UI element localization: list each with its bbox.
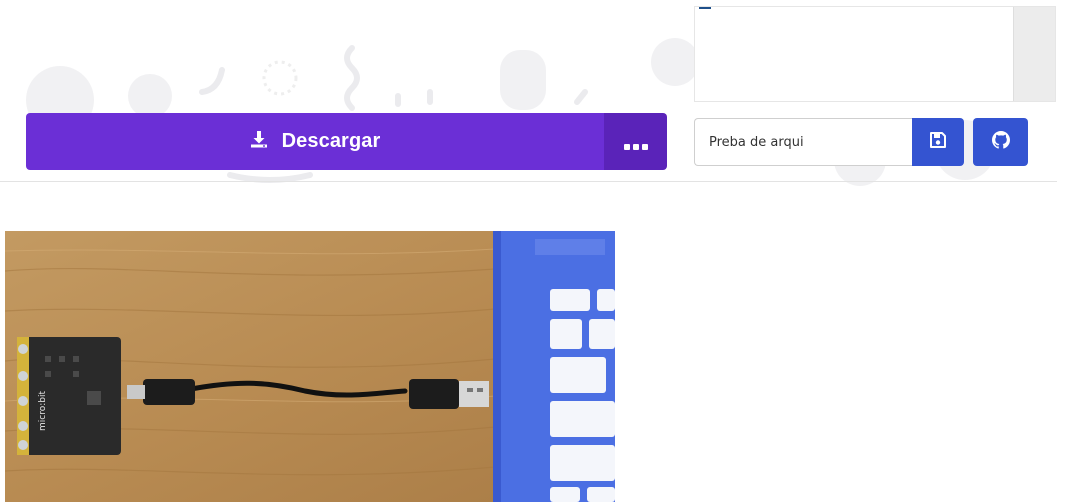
filename-input[interactable] <box>695 119 912 165</box>
download-button[interactable]: Descargar <box>26 113 604 170</box>
more-options-button[interactable] <box>604 113 667 170</box>
github-icon <box>991 130 1010 154</box>
ellipsis-icon <box>623 143 648 150</box>
github-button[interactable] <box>973 118 1028 166</box>
preview-panel <box>694 6 1056 102</box>
text-caret <box>699 7 711 9</box>
page: Descargar Preba de arqui micro:bit <box>0 0 1065 502</box>
filename-field <box>694 118 912 166</box>
microbit-usb-photo: micro:bit <box>5 231 615 502</box>
floppy-disk-icon <box>929 131 947 154</box>
preview-scrollbar[interactable] <box>1013 7 1055 101</box>
download-label: Descargar <box>281 130 381 152</box>
download-icon <box>250 130 268 153</box>
save-button[interactable] <box>912 118 964 166</box>
toolbar-divider <box>0 181 1057 182</box>
board-label: micro:bit <box>38 391 48 431</box>
